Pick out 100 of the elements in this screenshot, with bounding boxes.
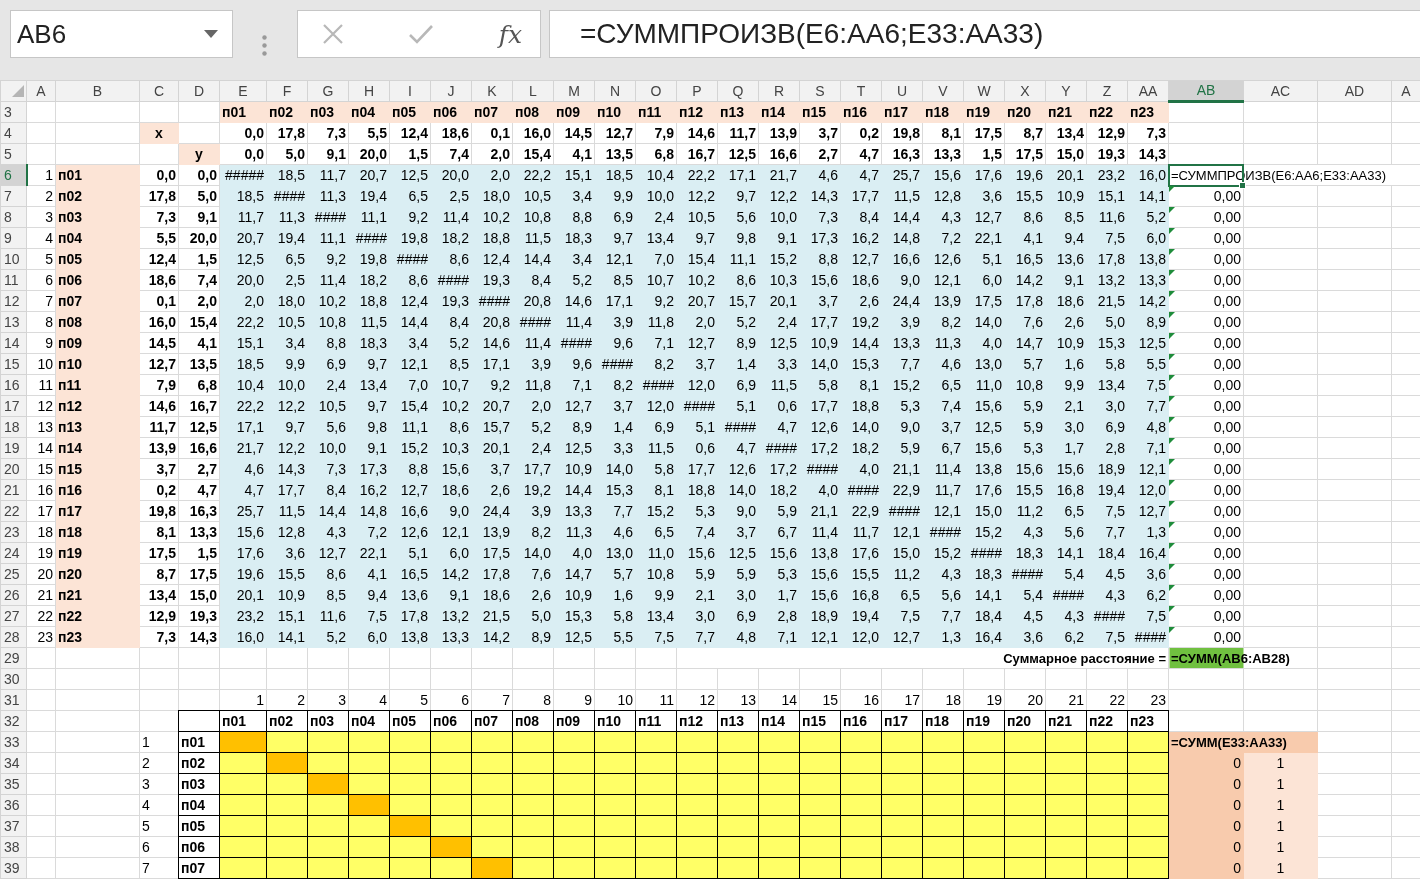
column-header[interactable]: D — [178, 80, 220, 102]
fill-handle[interactable] — [1239, 182, 1246, 189]
column-header[interactable]: A — [26, 80, 56, 102]
error-indicator-icon[interactable] — [1169, 396, 1175, 402]
column-header[interactable]: U — [881, 80, 923, 102]
row-header[interactable]: 20 — [0, 458, 27, 480]
table-cell: 4,1 — [178, 332, 220, 354]
row-header[interactable]: 14 — [0, 332, 27, 354]
column-header[interactable]: P — [676, 80, 718, 102]
row-header[interactable]: 23 — [0, 521, 27, 543]
name-box[interactable]: AB6 — [10, 10, 233, 58]
row-header[interactable]: 36 — [0, 794, 27, 816]
row-header[interactable]: 34 — [0, 752, 27, 774]
error-indicator-icon[interactable] — [1169, 354, 1175, 360]
column-header[interactable]: AD — [1317, 80, 1392, 102]
error-indicator-icon[interactable] — [1169, 270, 1175, 276]
row-header[interactable]: 38 — [0, 836, 27, 858]
error-indicator-icon[interactable] — [1169, 375, 1175, 381]
error-indicator-icon[interactable] — [1169, 417, 1175, 423]
row-header[interactable]: 11 — [0, 269, 27, 291]
table-cell: 0,1 — [139, 290, 179, 312]
row-header[interactable]: 28 — [0, 626, 27, 648]
row-header[interactable]: 8 — [0, 206, 27, 228]
row-header[interactable]: 31 — [0, 689, 27, 711]
row-header[interactable]: 27 — [0, 605, 27, 627]
error-indicator-icon[interactable] — [1169, 438, 1175, 444]
row-header[interactable]: 26 — [0, 584, 27, 606]
row-header[interactable]: 39 — [0, 857, 27, 879]
row-header[interactable]: 25 — [0, 563, 27, 585]
row-header[interactable]: 37 — [0, 815, 27, 837]
row-header[interactable]: 29 — [0, 647, 27, 669]
error-indicator-icon[interactable] — [1169, 291, 1175, 297]
row-header[interactable]: 22 — [0, 500, 27, 522]
table-cell: 7,3 — [139, 206, 179, 228]
column-header[interactable]: Z — [1086, 80, 1128, 102]
row-header[interactable]: 24 — [0, 542, 27, 564]
column-header[interactable]: AB — [1168, 80, 1244, 102]
error-indicator-icon[interactable] — [1169, 333, 1175, 339]
row-header[interactable]: 15 — [0, 353, 27, 375]
row-header[interactable]: 33 — [0, 731, 27, 753]
error-indicator-icon[interactable] — [1169, 312, 1175, 318]
column-header[interactable]: X — [1004, 80, 1046, 102]
column-header[interactable]: AC — [1243, 80, 1318, 102]
error-indicator-icon[interactable] — [1169, 459, 1175, 465]
row-header[interactable]: 17 — [0, 395, 27, 417]
row-header[interactable]: 4 — [0, 122, 27, 144]
row-header[interactable]: 13 — [0, 311, 27, 333]
column-header[interactable]: Q — [717, 80, 759, 102]
row-header[interactable]: 3 — [0, 101, 27, 123]
error-indicator-icon[interactable] — [1169, 564, 1175, 570]
column-header[interactable]: V — [922, 80, 964, 102]
error-indicator-icon[interactable] — [1169, 186, 1175, 192]
column-header[interactable]: T — [840, 80, 882, 102]
row-header[interactable]: 6 — [0, 164, 27, 186]
column-header[interactable]: I — [389, 80, 431, 102]
row-header[interactable]: 7 — [0, 185, 27, 207]
column-header[interactable]: A — [1391, 80, 1420, 102]
column-header[interactable]: G — [307, 80, 349, 102]
row-header[interactable]: 9 — [0, 227, 27, 249]
column-header[interactable]: Y — [1045, 80, 1087, 102]
row-header[interactable]: 12 — [0, 290, 27, 312]
column-header[interactable]: L — [512, 80, 554, 102]
row-header[interactable]: 16 — [0, 374, 27, 396]
column-header[interactable]: M — [553, 80, 595, 102]
error-indicator-icon[interactable] — [1169, 522, 1175, 528]
formula-bar[interactable]: =СУММПРОИЗВ(E6:AA6;E33:AA33) — [549, 10, 1420, 58]
row-header[interactable]: 21 — [0, 479, 27, 501]
column-header[interactable]: F — [266, 80, 308, 102]
column-header[interactable]: W — [963, 80, 1005, 102]
error-indicator-icon[interactable] — [1169, 480, 1175, 486]
error-indicator-icon[interactable] — [1169, 501, 1175, 507]
error-indicator-icon[interactable] — [1169, 606, 1175, 612]
table-cell: 0,00 — [1168, 500, 1244, 522]
column-header[interactable]: J — [430, 80, 472, 102]
error-indicator-icon[interactable] — [1169, 249, 1175, 255]
column-header[interactable]: R — [758, 80, 800, 102]
error-indicator-icon[interactable] — [1169, 228, 1175, 234]
column-header[interactable]: AA — [1127, 80, 1169, 102]
column-header[interactable]: O — [635, 80, 677, 102]
error-indicator-icon[interactable] — [1169, 585, 1175, 591]
column-header[interactable]: S — [799, 80, 841, 102]
insert-function-button[interactable]: fx — [494, 21, 526, 47]
column-header[interactable]: H — [348, 80, 390, 102]
error-indicator-icon[interactable] — [1169, 543, 1175, 549]
row-header[interactable]: 35 — [0, 773, 27, 795]
row-header[interactable]: 10 — [0, 248, 27, 270]
row-header[interactable]: 19 — [0, 437, 27, 459]
column-header[interactable]: C — [139, 80, 179, 102]
row-header[interactable]: 5 — [0, 143, 27, 165]
row-header[interactable]: 30 — [0, 668, 27, 690]
row-header[interactable]: 18 — [0, 416, 27, 438]
table-cell: п06 — [430, 710, 472, 732]
column-header[interactable]: E — [219, 80, 267, 102]
error-indicator-icon[interactable] — [1169, 207, 1175, 213]
column-header[interactable]: B — [55, 80, 140, 102]
row-header[interactable]: 32 — [0, 710, 27, 732]
column-header[interactable]: N — [594, 80, 636, 102]
caret-icon[interactable] — [204, 30, 218, 38]
column-header[interactable]: K — [471, 80, 513, 102]
error-indicator-icon[interactable] — [1169, 627, 1175, 633]
